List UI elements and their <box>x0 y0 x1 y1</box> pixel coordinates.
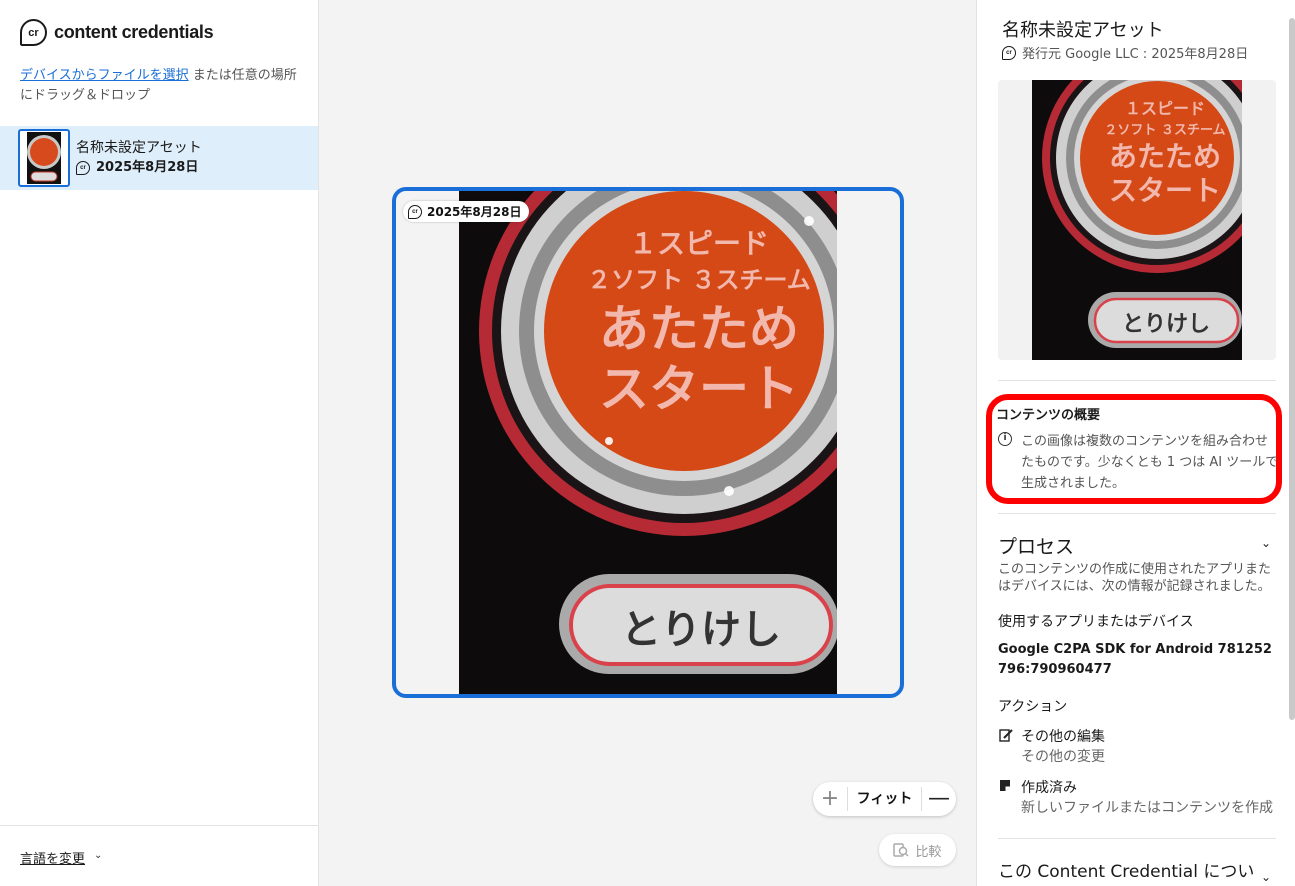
image-text-line2: ２ソフト ３スチーム <box>587 266 811 294</box>
zoom-control: + フィット — <box>813 782 956 816</box>
language-area: 言語を変更 ⌄ <box>0 825 318 886</box>
brand-name: content credentials <box>54 22 214 42</box>
about-credential-heading[interactable]: この Content Credential につい <box>998 857 1254 882</box>
summary-text: この画像は複数のコンテンツを組み合わせたものです。少なくとも 1 つは AI ツ… <box>1021 434 1279 491</box>
app-label: 使用するアプリまたはデバイス <box>998 614 1194 630</box>
thumb-button-text: とりけし <box>1122 312 1210 337</box>
asset-text: 名称未設定アセット cr 2025年8月28日 <box>76 138 202 178</box>
upload-hint: デバイスからファイルを選択 または任意の場所にドラッグ＆ドロップ <box>20 66 305 106</box>
app-value: Google C2PA SDK for Android 781252796:79… <box>998 642 1272 677</box>
panel-scrollbar[interactable] <box>1289 18 1295 720</box>
actions-label: アクション <box>998 699 1068 715</box>
panel-thumbnail: １スピード ２ソフト ３スチーム あたため スタート とりけし <box>998 80 1276 360</box>
details-panel: 名称未設定アセット cr 発行元 Google LLC : 2025年8月28日… <box>976 0 1295 886</box>
panel-thumbnail-image: １スピード ２ソフト ３スチーム あたため スタート とりけし <box>1032 80 1242 360</box>
action-title: 作成済み <box>1021 780 1077 796</box>
action-subtitle: 新しいファイルまたはコンテンツを作成 <box>1021 800 1273 816</box>
asset-date: 2025年8月28日 <box>96 160 199 175</box>
info-icon: i <box>998 432 1012 446</box>
issuer-text: 発行元 Google LLC : 2025年8月28日 <box>1022 47 1249 62</box>
preview-image: １スピード ２ソフト ３スチーム あたため スタート とりけし <box>459 191 837 694</box>
process-description: このコンテンツの作成に使用されたアプリまたはデバイスには、次の情報が記録されまし… <box>998 562 1272 594</box>
badge-date: 2025年8月28日 <box>427 205 522 219</box>
credential-date-badge[interactable]: cr 2025年8月28日 <box>403 201 530 222</box>
action-title: その他の編集 <box>1021 729 1105 745</box>
action-subtitle: その他の変更 <box>1021 749 1105 765</box>
thumb-text-line2: ２ソフト ３スチーム <box>1104 123 1225 138</box>
chevron-down-icon[interactable]: ⌄ <box>1261 536 1271 550</box>
zoom-in-button[interactable]: + <box>813 783 847 815</box>
image-text-line4: スタート <box>599 360 799 418</box>
thumb-text-line3: あたため <box>1109 140 1221 173</box>
process-heading[interactable]: プロセス <box>998 532 1074 559</box>
left-sidebar: cr content credentials デバイスからファイルを選択 または… <box>0 0 319 886</box>
divider <box>998 838 1276 839</box>
asset-list-item[interactable]: 名称未設定アセット cr 2025年8月28日 <box>0 126 318 190</box>
edit-icon <box>999 729 1013 742</box>
asset-thumbnail <box>18 129 70 187</box>
compare-icon <box>893 843 910 857</box>
cr-logo-icon: cr <box>20 19 47 46</box>
change-language-link[interactable]: 言語を変更 <box>20 848 85 867</box>
app-root: cr content credentials デバイスからファイルを選択 または… <box>0 0 1295 886</box>
summary-title: コンテンツの概要 <box>996 408 1101 423</box>
chevron-down-icon: ⌄ <box>94 850 103 861</box>
asset-thumbnail-image <box>27 132 61 184</box>
zoom-out-button[interactable]: — <box>922 783 956 815</box>
brand: cr content credentials <box>20 19 214 46</box>
zoom-fit-button[interactable]: フィット <box>847 787 922 811</box>
select-file-link[interactable]: デバイスからファイルを選択 <box>20 68 189 83</box>
created-icon <box>1000 780 1010 791</box>
compare-button[interactable]: 比較 <box>879 834 956 866</box>
image-text-line3: あたため <box>599 300 799 358</box>
chevron-down-icon[interactable]: ⌄ <box>1261 870 1271 884</box>
panel-title: 名称未設定アセット <box>1002 20 1164 41</box>
thumb-text-line1: １スピード <box>1125 99 1205 118</box>
thumb-text-line4: スタート <box>1109 174 1221 207</box>
image-text-line1: １スピード <box>629 227 769 260</box>
divider <box>998 380 1276 381</box>
asset-title: 名称未設定アセット <box>76 140 202 156</box>
issuer-row: cr 発行元 Google LLC : 2025年8月28日 <box>1002 43 1248 62</box>
compare-label: 比較 <box>915 844 942 860</box>
cr-badge-icon: cr <box>76 161 90 175</box>
asset-date-row: cr 2025年8月28日 <box>76 158 202 178</box>
divider <box>998 513 1276 514</box>
cr-badge-icon: cr <box>1002 45 1016 60</box>
image-preview-frame[interactable]: cr 2025年8月28日 １スピード ２ソフト ３スチーム あたため スタート… <box>392 187 904 698</box>
image-button-text: とりけし <box>621 607 781 653</box>
cr-badge-icon: cr <box>408 204 422 219</box>
